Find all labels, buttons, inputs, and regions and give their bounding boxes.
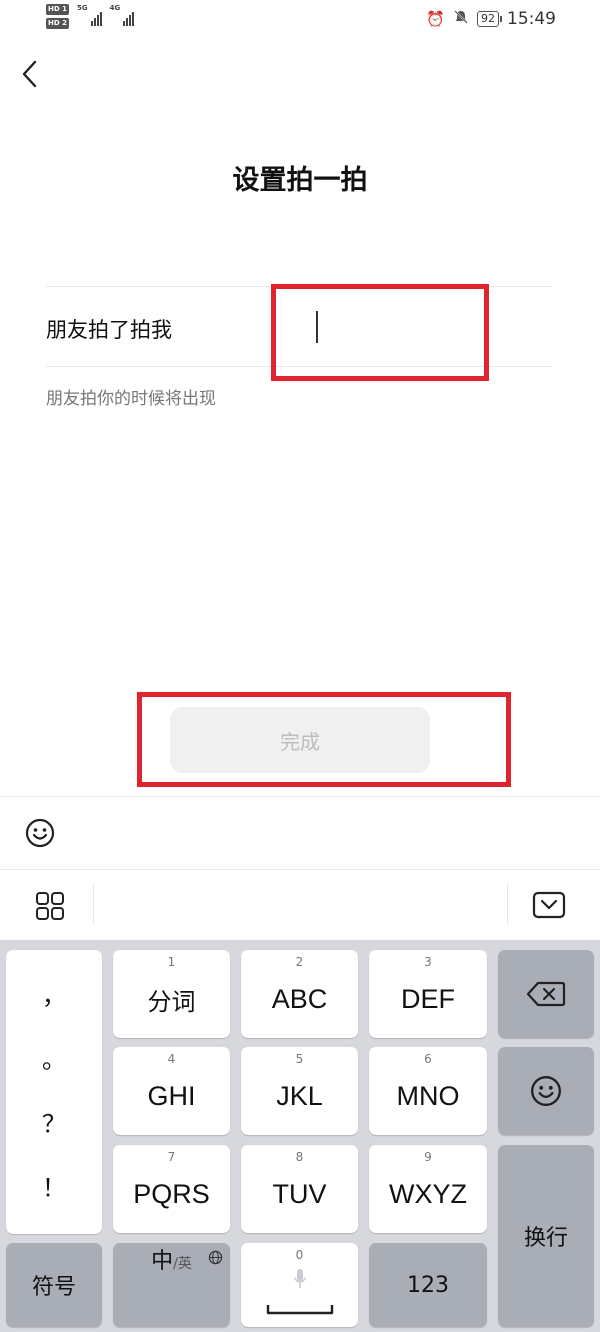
clock: 15:49 (507, 9, 556, 29)
backspace-key[interactable] (498, 950, 594, 1038)
enter-key[interactable]: 换行 (498, 1145, 594, 1327)
keyboard-toolbar (0, 870, 600, 940)
smiley-icon (531, 1076, 561, 1106)
signal-icon-2: 4G (110, 4, 135, 26)
key-3[interactable]: 3 DEF (369, 950, 487, 1038)
key-5[interactable]: 5 JKL (241, 1047, 358, 1135)
status-bar: HD 1 HD 2 5G 4G ⏰ 92 15:49 (0, 0, 600, 40)
smiley-icon (25, 818, 55, 848)
globe-icon (208, 1250, 223, 1265)
field-label: 朋友拍了拍我 (46, 318, 172, 342)
signal-icon-1: 5G (77, 4, 102, 26)
microphone-icon (293, 1269, 306, 1288)
keyboard: ， 。 ？ ！ 1 分词 2 ABC 3 DEF 4 GHI 5 JKL 6 M… (0, 940, 600, 1332)
toolbar-separator-right (507, 884, 508, 924)
emoji-button[interactable] (24, 817, 56, 849)
back-button[interactable] (14, 56, 44, 92)
symbols-key[interactable]: 符号 (6, 1243, 102, 1327)
hd-badge-2: HD 2 (46, 18, 69, 29)
key-6[interactable]: 6 MNO (369, 1047, 487, 1135)
space-key[interactable]: 0 (241, 1243, 358, 1327)
hide-keyboard-button[interactable] (532, 890, 566, 920)
language-switch-key[interactable]: 中 /英 (113, 1243, 230, 1327)
highlight-box-done (137, 692, 511, 787)
key-period[interactable]: 。 (42, 1048, 66, 1072)
numeric-key[interactable]: 123 (369, 1243, 487, 1327)
hint-text: 朋友拍你的时候将出现 (46, 389, 216, 409)
page-title: 设置拍一拍 (232, 165, 368, 196)
key-4[interactable]: 4 GHI (113, 1047, 230, 1135)
emoji-bar (0, 796, 600, 870)
status-right: ⏰ 92 15:49 (426, 9, 556, 29)
key-exclamation[interactable]: ！ (42, 1176, 66, 1200)
key-2[interactable]: 2 ABC (241, 950, 358, 1038)
chevron-left-icon (22, 60, 37, 88)
punctuation-column[interactable]: ， 。 ？ ！ (6, 950, 102, 1234)
grid-icon (36, 892, 64, 920)
key-8[interactable]: 8 TUV (241, 1145, 358, 1233)
alarm-icon: ⏰ (426, 10, 445, 28)
backspace-icon (526, 981, 566, 1007)
mute-icon (453, 9, 469, 29)
keyboard-collapse-icon (532, 891, 566, 919)
key-9[interactable]: 9 WXYZ (369, 1145, 487, 1233)
key-question[interactable]: ？ (42, 1112, 66, 1136)
hd-badge-1: HD 1 (46, 4, 69, 15)
key-comma[interactable]: ， (42, 984, 66, 1008)
network-indicators: HD 1 HD 2 5G 4G (46, 4, 135, 29)
battery-icon: 92 (477, 11, 502, 27)
key-7[interactable]: 7 PQRS (113, 1145, 230, 1233)
key-1[interactable]: 1 分词 (113, 950, 230, 1038)
space-bar-icon (266, 1305, 333, 1315)
emoji-key[interactable] (498, 1047, 594, 1135)
keyboard-menu-button[interactable] (34, 890, 66, 922)
highlight-box-input (271, 284, 489, 381)
toolbar-separator-left (93, 884, 94, 924)
